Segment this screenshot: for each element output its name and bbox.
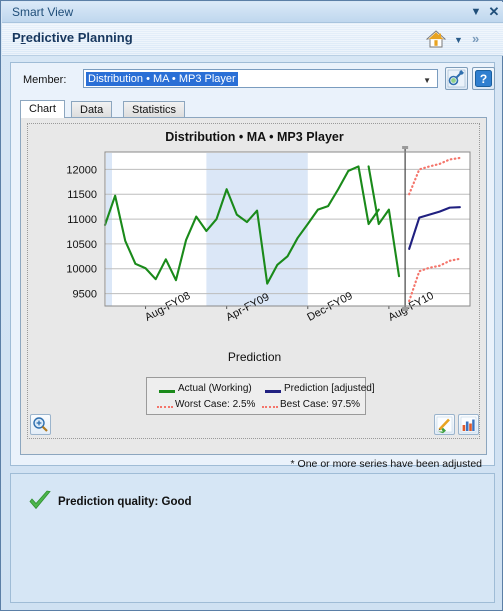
legend-swatch-actual [159,390,175,393]
pin-connect-icon [447,69,466,88]
tab-strip: Chart Data Statistics [20,100,490,118]
member-input-value: Distribution • MA • MP3 Player [86,72,238,86]
home-icon[interactable] [426,29,446,49]
smart-view-window: Smart View ▼ ✕ Predictive Planning ▼ » M… [0,0,503,611]
legend-label-actual: Actual (Working) [178,383,252,394]
legend-label-worst-case: Worst Case: 2.5% [175,399,256,410]
edit-pencil-icon [436,416,453,434]
svg-text:10000: 10000 [66,264,97,276]
help-button[interactable]: ? [472,67,495,90]
legend-swatch-worst-case [157,406,173,408]
svg-text:11000: 11000 [67,214,97,226]
series-adjusted-note: * One or more series have been adjusted [290,458,482,470]
chart-panel: Distribution • MA • MP3 Player 9500 10000… [20,117,487,455]
window-dropdown-icon[interactable]: ▼ [469,5,483,19]
member-input[interactable]: Distribution • MA • MP3 Player ▼ [83,69,438,88]
svg-text:12000: 12000 [66,164,97,176]
svg-text:11500: 11500 [67,189,97,201]
predictive-planning-panel: Member: Distribution • MA • MP3 Player ▼… [10,62,495,470]
prediction-quality-text: Prediction quality: Good [58,496,192,508]
zoom-in-icon [33,417,48,432]
legend-swatch-prediction [265,390,281,393]
tab-statistics[interactable]: Statistics [123,101,186,118]
tab-data[interactable]: Data [71,101,113,118]
chevron-down-icon[interactable]: ▼ [423,76,431,85]
help-question-icon: ? [475,70,492,87]
window-title-bar: Smart View ▼ ✕ [2,2,503,23]
legend-swatch-best-case [262,406,278,408]
chevron-double-right-icon[interactable]: » [472,31,479,46]
zoom-in-button[interactable] [30,414,51,435]
svg-text:?: ? [480,72,487,86]
tab-chart[interactable]: Chart [20,100,65,118]
header-dropdown-icon[interactable]: ▼ [454,35,463,45]
member-select-button[interactable] [445,67,468,90]
x-axis-title: Prediction [227,350,282,364]
panel-header: Predictive Planning ▼ » [2,23,503,56]
legend-label-best-case: Best Case: 97.5% [280,399,361,410]
chart-legend: Actual (Working) Prediction [adjusted] W… [146,377,375,415]
prediction-quality-panel: Prediction quality: Good [10,473,495,603]
chart-inner-frame: Distribution • MA • MP3 Player 9500 10000… [27,123,480,439]
edit-series-button[interactable] [434,414,455,435]
green-check-icon [29,490,51,510]
member-label: Member: [23,74,67,86]
bar-chart-icon [460,416,477,433]
window-title: Smart View [12,5,74,19]
chart-svg: 95001000010500110001150012000Aug-FY08 Apr… [66,146,471,324]
page-title: Predictive Planning [12,30,133,45]
svg-text:10500: 10500 [66,239,97,251]
member-row: Member: Distribution • MA • MP3 Player ▼… [11,63,495,99]
chart-options-button[interactable] [458,414,479,435]
legend-label-prediction: Prediction [adjusted] [284,383,375,394]
close-icon[interactable]: ✕ [487,5,501,19]
svg-text:9500: 9500 [73,289,97,301]
